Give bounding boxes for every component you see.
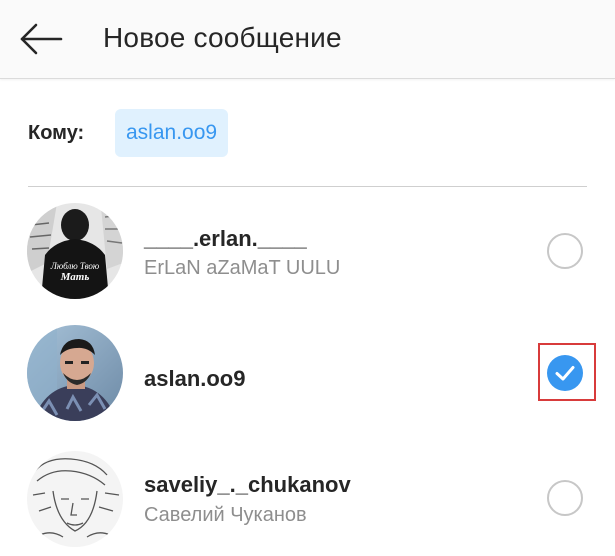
recipient-label: Кому:: [28, 122, 85, 144]
selection-highlight-box: [538, 343, 596, 401]
username: saveliy_._chukanov: [144, 472, 351, 497]
user-row-aslan[interactable]: aslan.oo9: [0, 318, 615, 433]
full-name: Савелий Чуканов: [144, 504, 307, 526]
back-button[interactable]: [16, 20, 64, 60]
full-name: ErLaN aZaMaT UULU: [144, 257, 341, 279]
select-radio[interactable]: [547, 480, 583, 516]
user-row-erlan[interactable]: Люблю Твою Мать ____.erlan.____ ErLaN aZ…: [0, 192, 615, 307]
user-row-saveliy[interactable]: saveliy_._chukanov Савелий Чуканов: [0, 441, 615, 556]
recipient-field[interactable]: Кому: aslan.oo9: [0, 100, 615, 170]
divider: [28, 186, 587, 187]
avatar: [27, 451, 123, 547]
avatar-shirt-text: Люблю Твою Мать: [50, 261, 100, 283]
recipient-chip[interactable]: aslan.oo9: [115, 109, 229, 157]
top-bar: Новое сообщение: [0, 0, 615, 79]
select-radio[interactable]: [547, 233, 583, 269]
page-title: Новое сообщение: [103, 22, 342, 53]
username: aslan.oo9: [144, 366, 246, 391]
arrow-left-icon: [20, 23, 63, 55]
username: ____.erlan.____: [144, 226, 307, 251]
avatar: [27, 325, 123, 421]
avatar: Люблю Твою Мать: [27, 203, 123, 299]
